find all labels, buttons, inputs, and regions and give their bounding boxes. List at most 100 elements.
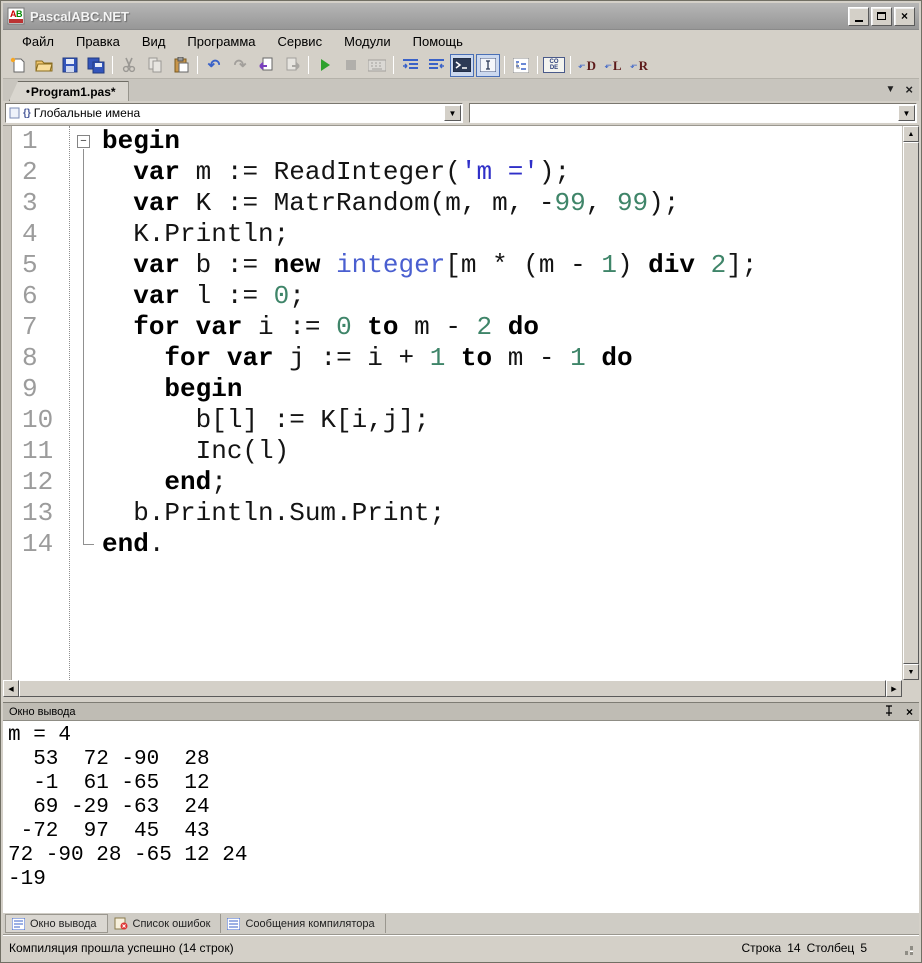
svg-text:B: B: [16, 9, 23, 19]
line-number: 9: [22, 374, 38, 404]
scroll-up-button[interactable]: ▲: [903, 126, 919, 142]
goto-declaration-button[interactable]: ⬐ L: [601, 54, 625, 77]
horizontal-scroll-thumb[interactable]: [19, 680, 886, 697]
undo-button[interactable]: ↶: [202, 54, 226, 77]
output-line: -1 61 -65 12: [8, 772, 210, 795]
code-line[interactable]: K.Println;: [102, 219, 902, 250]
goto-arrow-icon: ⬐: [578, 59, 586, 70]
outdent-button[interactable]: [424, 54, 448, 77]
code-area[interactable]: − begin var m := ReadInteger('m ='); var…: [70, 126, 902, 680]
goto-definition-button[interactable]: ⬐ D: [575, 54, 599, 77]
status-col-value: 5: [860, 940, 867, 955]
redo-button[interactable]: ↷: [228, 54, 252, 77]
outline-button[interactable]: [509, 54, 533, 77]
maximize-button[interactable]: [871, 6, 892, 26]
console-window-toggle[interactable]: [450, 53, 474, 77]
code-line[interactable]: b[l] := K[i,j];: [102, 405, 902, 436]
find-references-button[interactable]: ⬐ R: [627, 54, 651, 77]
undo-icon: ↶: [207, 56, 221, 74]
output-window: m = 4 53 72 -90 28 -1 61 -65 12 69 -29 -…: [3, 720, 919, 912]
scope-dropdown-arrow[interactable]: ▼: [444, 105, 461, 121]
tab-list-dropdown[interactable]: ▼: [886, 84, 896, 95]
members-dropdown-arrow[interactable]: ▼: [898, 105, 915, 121]
output-panel-title: Окно вывода: [9, 705, 76, 718]
navigate-forward-button[interactable]: [280, 54, 304, 77]
scroll-down-button[interactable]: ▼: [903, 664, 919, 680]
new-file-button[interactable]: [6, 54, 30, 77]
save-all-button[interactable]: [84, 54, 108, 77]
scope-combobox[interactable]: {} Глобальные имена ▼: [5, 103, 463, 123]
output-close-button[interactable]: ×: [906, 705, 913, 719]
code-line[interactable]: var K := MatrRandom(m, m, -99, 99);: [102, 188, 902, 219]
code-line[interactable]: b.Println.Sum.Print;: [102, 498, 902, 529]
new-file-icon: [10, 57, 24, 72]
toolbar-separator: [197, 56, 198, 74]
error-list-icon: [114, 917, 127, 930]
paste-button[interactable]: [169, 54, 193, 77]
menu-help[interactable]: Помощь: [402, 32, 474, 51]
open-file-button[interactable]: [32, 54, 56, 77]
code-line[interactable]: end.: [102, 529, 902, 560]
keyboard-input-button[interactable]: [365, 54, 389, 77]
output-panel-header[interactable]: Окно вывода ×: [3, 702, 919, 720]
output-line: -72 97 45 43: [8, 820, 210, 843]
toolbar-separator: [112, 56, 113, 74]
line-number: 6: [22, 281, 38, 311]
navigate-forward-icon: [286, 57, 300, 71]
pin-icon[interactable]: [884, 704, 894, 719]
tab-error-list[interactable]: Список ошибок: [108, 914, 222, 933]
menu-program[interactable]: Программа: [176, 32, 266, 51]
code-line[interactable]: var l := 0;: [102, 281, 902, 312]
paste-icon: [174, 57, 189, 73]
references-letter-icon: R: [638, 57, 648, 73]
menu-view[interactable]: Вид: [131, 32, 177, 51]
close-button[interactable]: ×: [894, 6, 915, 26]
run-icon: [321, 59, 330, 71]
fold-collapse-icon[interactable]: −: [77, 135, 90, 148]
code-line[interactable]: begin: [102, 374, 902, 405]
tab-label: Program1.pas*: [30, 84, 116, 99]
editor-horizontal-scrollbar[interactable]: ◀ ▶: [3, 680, 919, 697]
menu-modules[interactable]: Модули: [333, 32, 402, 51]
tab-compiler-messages[interactable]: Сообщения компилятора: [221, 914, 386, 933]
code-line[interactable]: for var j := i + 1 to m - 1 do: [102, 343, 902, 374]
members-combobox[interactable]: ▼: [469, 103, 917, 123]
code-templates-button[interactable]: CO DE: [542, 54, 566, 77]
minimize-button[interactable]: [848, 6, 869, 26]
status-col-label: Столбец: [806, 940, 855, 955]
code-line[interactable]: Inc(l): [102, 436, 902, 467]
menu-file[interactable]: Файл: [11, 32, 65, 51]
app-window: AB PascalABC.NET × Файл Правка Вид Прогр…: [0, 0, 922, 963]
titlebar[interactable]: AB PascalABC.NET ×: [3, 3, 919, 30]
cut-button[interactable]: [117, 54, 141, 77]
indent-button[interactable]: [398, 54, 422, 77]
outline-icon: [513, 57, 529, 73]
run-button[interactable]: [313, 54, 337, 77]
editor-vertical-scrollbar[interactable]: ▲ ▼: [902, 126, 919, 680]
save-button[interactable]: [58, 54, 82, 77]
menu-edit[interactable]: Правка: [65, 32, 131, 51]
copy-button[interactable]: [143, 54, 167, 77]
code-line[interactable]: var b := new integer[m * (m - 1) div 2];: [102, 250, 902, 281]
navigate-back-button[interactable]: [254, 54, 278, 77]
resize-grip[interactable]: [901, 945, 913, 957]
code-line[interactable]: var m := ReadInteger('m =');: [102, 157, 902, 188]
vertical-scroll-thumb[interactable]: [903, 142, 919, 664]
line-number: 12: [22, 467, 54, 497]
tab-program1[interactable]: • Program1.pas*: [9, 81, 129, 101]
redo-icon: ↷: [233, 56, 247, 74]
tab-output-window[interactable]: Окно вывода: [5, 914, 108, 933]
menu-service[interactable]: Сервис: [267, 32, 334, 51]
text-window-toggle[interactable]: [476, 53, 500, 77]
toolbar-separator: [393, 56, 394, 74]
code-editor[interactable]: 1 2 3 4 5 6 7 8 9 10 11 12 13 14 − begin var m := Rea…: [3, 125, 919, 680]
tab-close-button[interactable]: ×: [905, 83, 913, 96]
code-line[interactable]: begin: [102, 126, 902, 157]
navigator-row: {} Глобальные имена ▼ ▼: [3, 101, 919, 125]
status-message: Компиляция прошла успешно (14 строк): [9, 940, 234, 955]
scroll-left-button[interactable]: ◀: [3, 680, 19, 697]
code-line[interactable]: end;: [102, 467, 902, 498]
code-line[interactable]: for var i := 0 to m - 2 do: [102, 312, 902, 343]
stop-button[interactable]: [339, 54, 363, 77]
scroll-right-button[interactable]: ▶: [886, 680, 902, 697]
